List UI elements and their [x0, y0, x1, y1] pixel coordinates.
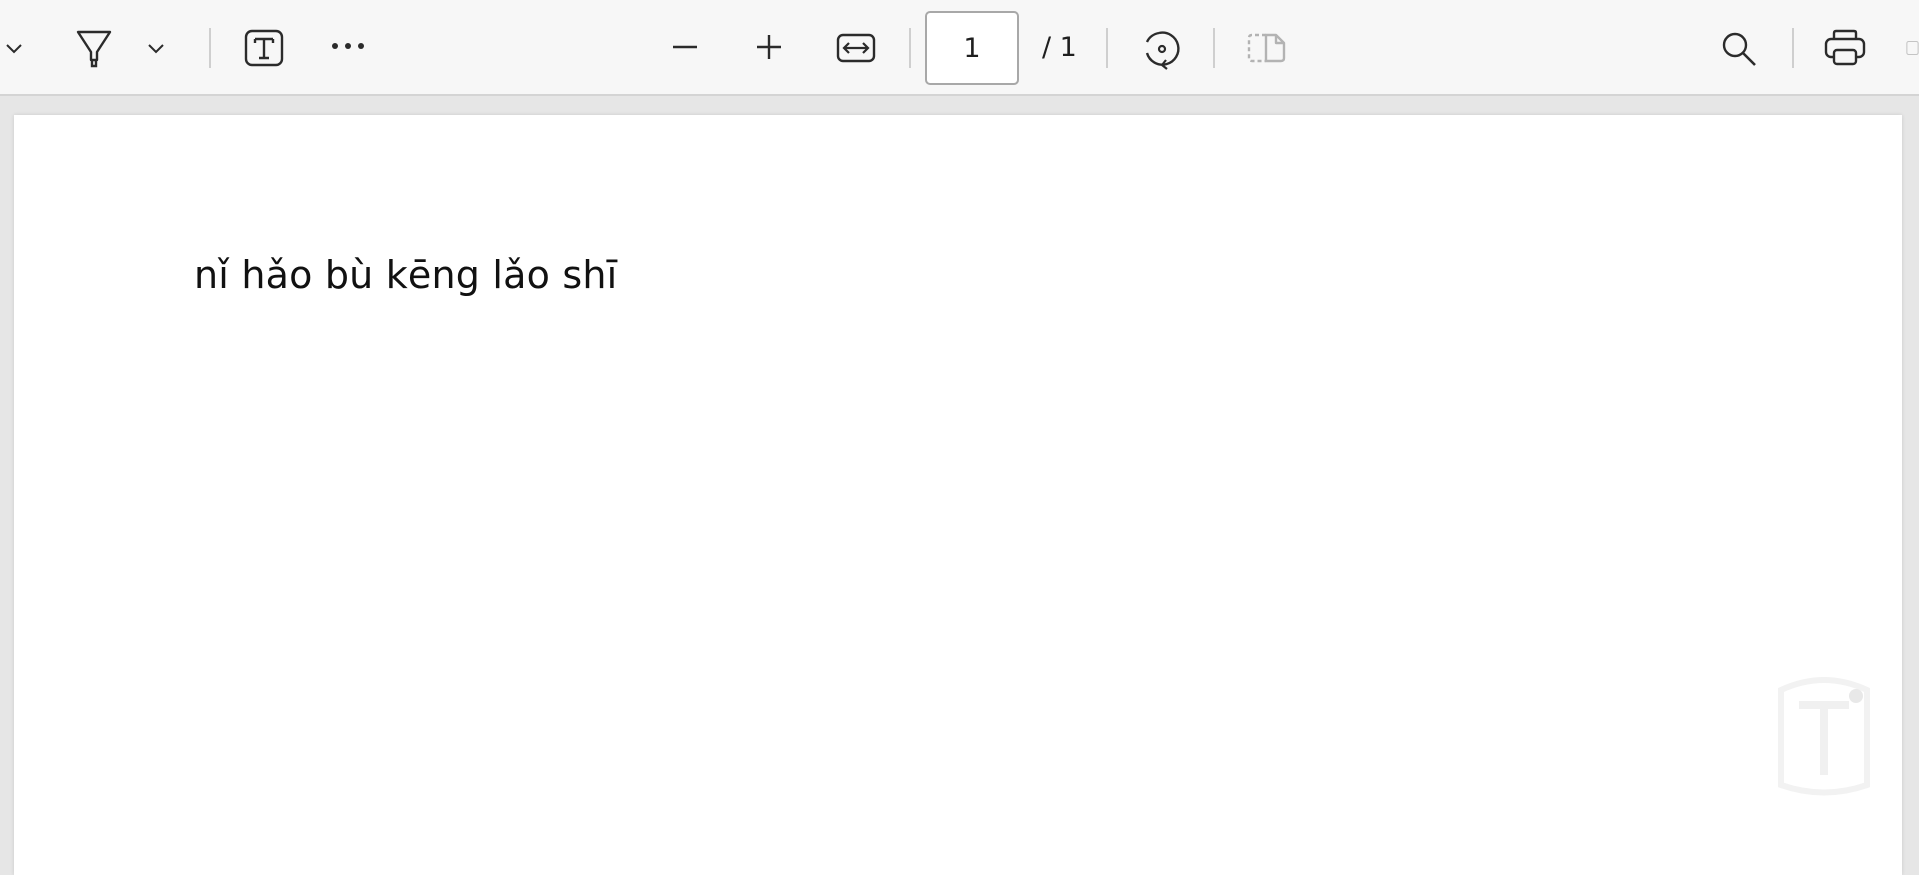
page-total-label: / 1 [1042, 32, 1077, 63]
zoom-out-minus-icon[interactable] [668, 30, 702, 64]
toolbar: / 1 [0, 0, 1919, 96]
page-view-icon [1245, 28, 1289, 68]
highlight-menu-chevron-icon[interactable] [142, 34, 170, 62]
draw-menu-chevron-icon[interactable] [0, 34, 28, 62]
document-text: nǐ hǎo bù kēng lǎo shī [194, 253, 618, 297]
text-box-icon[interactable] [242, 28, 286, 68]
search-icon[interactable] [1718, 28, 1760, 70]
document-page[interactable]: nǐ hǎo bù kēng lǎo shī [14, 115, 1902, 875]
printer-icon[interactable] [1822, 28, 1868, 68]
toolbar-separator [209, 28, 211, 68]
toolbar-separator [909, 28, 911, 68]
save-icon-partial[interactable] [1906, 30, 1919, 66]
more-icon[interactable] [328, 36, 368, 56]
highlighter-icon[interactable] [72, 26, 116, 70]
toolbar-separator [1213, 28, 1215, 68]
zoom-in-plus-icon[interactable] [752, 30, 786, 64]
toolbar-separator [1106, 28, 1108, 68]
document-viewer[interactable]: nǐ hǎo bù kēng lǎo shī [0, 96, 1919, 875]
page-number-input[interactable] [925, 11, 1019, 85]
toolbar-separator [1792, 28, 1794, 68]
watermark-logo-icon [1759, 660, 1889, 810]
rotate-icon[interactable] [1138, 26, 1184, 72]
fit-width-icon[interactable] [834, 30, 878, 66]
